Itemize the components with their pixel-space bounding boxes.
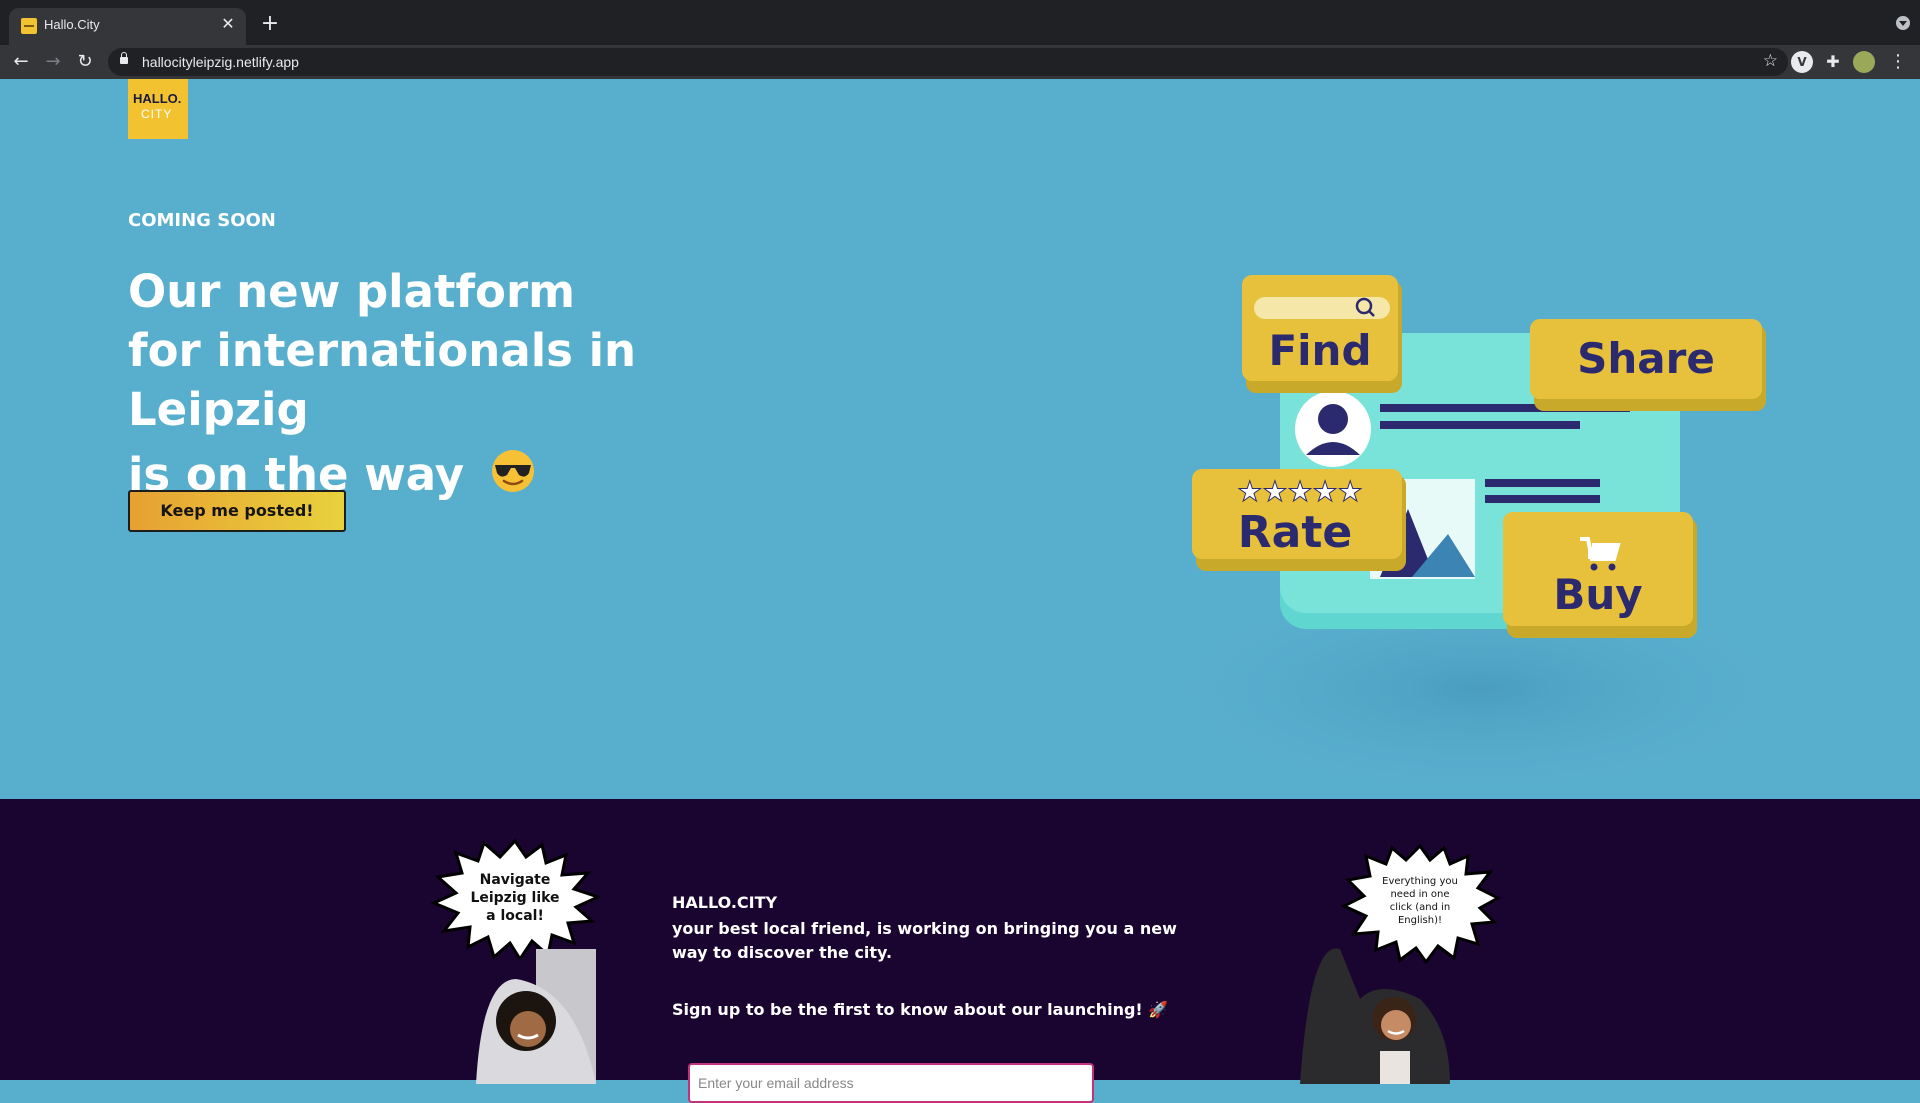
browser-tab[interactable]: Hallo.City ✕: [9, 8, 246, 45]
rate-tile: ★★★★★ Rate: [1192, 469, 1406, 571]
burst-left-line-3: a local!: [486, 908, 544, 924]
hero-headline: Our new platform for internationals in L…: [128, 262, 828, 508]
extension-v-icon[interactable]: [1791, 51, 1813, 73]
burst-right-line-2: need in one: [1390, 889, 1449, 900]
burst-left-line-1: Navigate: [480, 872, 551, 888]
find-tile: Find: [1242, 275, 1402, 393]
rate-label: Rate: [1238, 507, 1352, 558]
burst-left-line-2: Leipzig like: [470, 890, 559, 906]
buy-label: Buy: [1553, 570, 1642, 619]
lock-icon[interactable]: [120, 52, 128, 64]
info-section: Navigate Leipzig like a local! HALLO.CIT…: [0, 799, 1920, 1103]
url-text[interactable]: hallocityleipzig.netlify.app: [142, 54, 299, 70]
hero-section: HALLO. CITY COMING SOON Our new platform…: [0, 79, 1920, 799]
woman-photo-right: [1300, 939, 1460, 1084]
tab-title: Hallo.City: [44, 17, 100, 32]
browser-menu-icon[interactable]: ⋮: [1887, 51, 1909, 73]
rate-stars: ★★★★★: [1237, 475, 1363, 508]
reload-button[interactable]: ↻: [73, 50, 97, 74]
email-field[interactable]: [688, 1063, 1094, 1103]
logo-line-1: HALLO.: [133, 91, 182, 106]
forward-button[interactable]: →: [41, 50, 65, 74]
address-bar[interactable]: hallocityleipzig.netlify.app ☆: [108, 48, 1788, 76]
tab-close-icon[interactable]: ✕: [218, 14, 238, 34]
bookmark-star-icon[interactable]: ☆: [1763, 51, 1778, 71]
sunglasses-emoji-icon: [490, 448, 536, 508]
coming-soon-label: COMING SOON: [128, 210, 276, 231]
keep-me-posted-button[interactable]: Keep me posted!: [128, 490, 346, 532]
tab-search-icon[interactable]: [1896, 16, 1910, 30]
favicon-icon: [21, 18, 37, 34]
burst-right-line-1: Everything you: [1382, 876, 1458, 887]
brand-tagline: your best local friend, is working on br…: [672, 919, 1177, 962]
burst-right-line-4: English)!: [1398, 915, 1442, 926]
woman-photo-left: [466, 949, 606, 1084]
find-label: Find: [1268, 326, 1371, 375]
headline-line-1: Our new platform: [128, 265, 576, 318]
headline-line-2: for internationals in Leipzig: [128, 324, 637, 436]
profile-avatar[interactable]: [1853, 51, 1875, 73]
browser-tab-bar: Hallo.City ✕ +: [0, 0, 1920, 45]
logo-line-2: CITY: [141, 107, 173, 121]
signup-prompt: Sign up to be the first to know about ou…: [672, 1000, 1169, 1019]
hallo-city-logo[interactable]: HALLO. CITY: [128, 79, 188, 139]
browser-toolbar: ← → ↻ hallocityleipzig.netlify.app ☆ ✚ ⋮: [0, 45, 1920, 79]
extensions-puzzle-icon[interactable]: ✚: [1822, 51, 1844, 73]
back-button[interactable]: ←: [9, 50, 33, 74]
brand-heading: HALLO.CITY: [672, 893, 778, 912]
new-tab-button[interactable]: +: [258, 13, 282, 37]
speech-burst-left: Navigate Leipzig like a local!: [430, 838, 603, 962]
buy-tile: Buy: [1503, 512, 1697, 638]
share-tile: Share: [1530, 319, 1766, 411]
burst-right-line-3: click (and in: [1390, 902, 1451, 913]
platform-illustration: Find Share ★★★★★ Rate Buy: [1130, 269, 1830, 799]
share-label: Share: [1577, 334, 1715, 383]
